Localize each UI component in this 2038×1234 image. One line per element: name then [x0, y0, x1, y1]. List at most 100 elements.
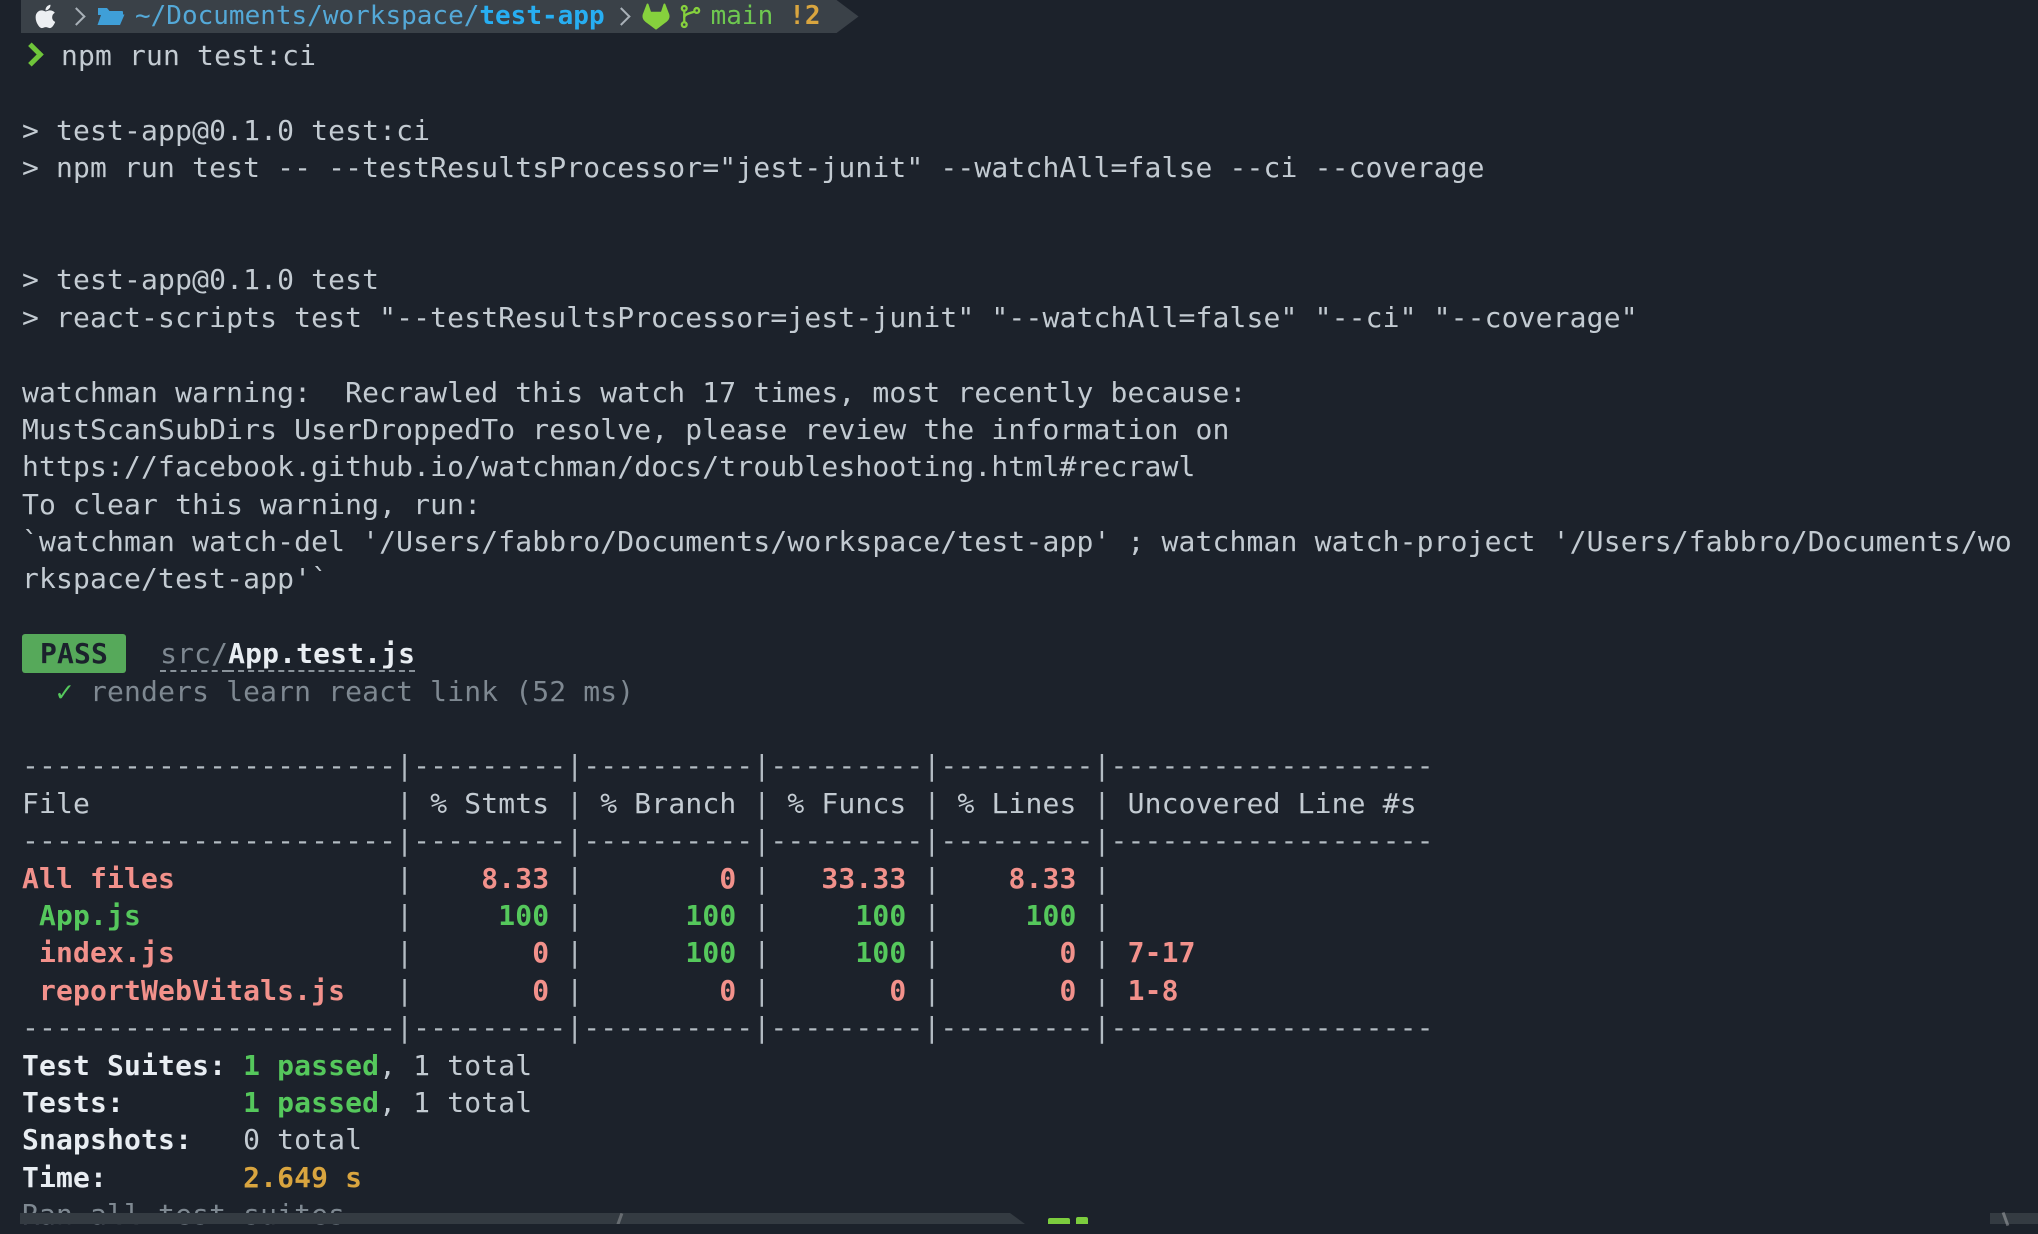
text-segment: % Branch: [583, 787, 753, 820]
terminal-line: `watchman watch-del '/Users/fabbro/Docum…: [22, 523, 2012, 560]
terminal-line: rkspace/test-app'`: [22, 560, 2012, 597]
folder-icon: [97, 5, 125, 28]
text-segment: |: [566, 936, 583, 969]
text-segment: renders learn react link (52 ms): [73, 675, 634, 708]
text-segment: 8.33: [940, 862, 1093, 895]
terminal-line: To clear this warning, run:: [22, 486, 2012, 523]
coverage-row: All files | 8.33 | 0 | 33.33 | 8.33 |: [22, 860, 2012, 897]
text-segment: |: [923, 974, 940, 1007]
text-segment: |: [396, 974, 413, 1007]
coverage-table-rule: ----------------------|---------|-------…: [22, 822, 2012, 859]
terminal-line: MustScanSubDirs UserDroppedTo resolve, p…: [22, 411, 2012, 448]
text-segment: 0: [413, 974, 566, 1007]
text-segment: |: [1094, 936, 1111, 969]
terminal-line: [22, 710, 2012, 747]
text-segment: 100: [583, 936, 753, 969]
text-segment: 7-17: [1111, 936, 1434, 969]
terminal-output[interactable]: npm run test:ci> test-app@0.1.0 test:ci>…: [22, 37, 2012, 1234]
text-segment: > test-app@0.1.0 test:ci: [22, 114, 430, 147]
chevron-separator-icon: [67, 7, 85, 25]
summary-row: Time: 2.649 s: [22, 1159, 2012, 1196]
text-segment: 0: [940, 974, 1093, 1007]
text-segment: 0 total: [243, 1123, 362, 1156]
text-segment: ----------------------|---------|-------…: [22, 824, 1434, 857]
text-segment: |: [923, 787, 940, 820]
text-segment: |: [753, 974, 770, 1007]
text-segment: Time:: [22, 1161, 243, 1194]
text-segment: Snapshots:: [22, 1123, 243, 1156]
terminal-line: > test-app@0.1.0 test: [22, 261, 2012, 298]
text-segment: |: [1094, 899, 1111, 932]
summary-row: Test Suites: 1 passed, 1 total: [22, 1047, 2012, 1084]
text-segment: |: [396, 899, 413, 932]
coverage-table-rule: ----------------------|---------|-------…: [22, 1009, 2012, 1046]
prompt-path-name: test-app: [479, 1, 604, 31]
text-segment: Uncovered Line #s: [1111, 787, 1434, 820]
chevron-separator-icon: [612, 7, 630, 25]
coverage-table-header: File | % Stmts | % Branch | % Funcs | % …: [22, 785, 2012, 822]
prompt-bar: ~/Documents/workspace/test-app main !2: [21, 0, 859, 33]
coverage-table-rule: ----------------------|---------|-------…: [22, 747, 2012, 784]
text-segment: |: [1094, 974, 1111, 1007]
file-link[interactable]: src/: [160, 637, 228, 670]
text-segment: 0: [583, 862, 753, 895]
terminal-line: npm run test:ci: [22, 37, 2012, 74]
text-segment: |: [753, 899, 770, 932]
text-segment: 100: [770, 936, 923, 969]
git-branch-name[interactable]: main: [711, 0, 774, 33]
coverage-row: App.js | 100 | 100 | 100 | 100 |: [22, 897, 2012, 934]
terminal-line: ✓ renders learn react link (52 ms): [22, 673, 2012, 710]
text-segment: % Funcs: [770, 787, 923, 820]
prompt-path-prefix: ~/Documents/workspace/: [135, 1, 479, 31]
terminal-line: [22, 224, 2012, 261]
summary-row: Tests: 1 passed, 1 total: [22, 1084, 2012, 1121]
text-segment: 8.33: [413, 862, 566, 895]
text-segment: 0: [940, 936, 1093, 969]
text-segment: App.js: [22, 899, 396, 932]
git-branch-icon: [678, 3, 703, 30]
text-segment: 100: [770, 899, 923, 932]
pass-badge: PASS: [22, 634, 126, 673]
file-link[interactable]: App.test.js: [228, 637, 415, 670]
text-segment: > test-app@0.1.0 test: [22, 263, 379, 296]
text-segment: , 1 total: [379, 1086, 532, 1119]
text-segment: Tests:: [22, 1086, 243, 1119]
text-segment: |: [396, 936, 413, 969]
prompt-chevron-icon: [20, 42, 44, 66]
text-segment: |: [566, 899, 583, 932]
text-segment: |: [923, 862, 940, 895]
text-segment: |: [396, 862, 413, 895]
next-prompt-bar-right-partial: [1990, 1213, 2038, 1224]
text-segment: |: [923, 936, 940, 969]
text-segment: 0: [413, 936, 566, 969]
url-link[interactable]: https://facebook.github.io/watchman/docs…: [22, 450, 1196, 483]
coverage-row: reportWebVitals.js | 0 | 0 | 0 | 0 | 1-8: [22, 972, 2012, 1009]
prompt-path[interactable]: ~/Documents/workspace/test-app: [135, 0, 605, 33]
text-segment: 1 passed: [243, 1049, 379, 1082]
text-segment: |: [923, 899, 940, 932]
terminal-line: > npm run test -- --testResultsProcessor…: [22, 149, 2012, 186]
text-segment: To clear this warning, run:: [22, 488, 481, 521]
text-segment: |: [566, 862, 583, 895]
text-segment: > react-scripts test "--testResultsProce…: [22, 301, 1638, 334]
text-segment: % Stmts: [413, 787, 566, 820]
text-segment: 100: [413, 899, 566, 932]
terminal-line: > test-app@0.1.0 test:ci: [22, 112, 2012, 149]
text-segment: npm run test:ci: [61, 39, 316, 72]
text-segment: |: [566, 787, 583, 820]
text-segment: |: [1094, 787, 1111, 820]
text-segment: rkspace/test-app'`: [22, 562, 328, 595]
gitlab-icon: [642, 3, 670, 30]
text-segment: [126, 637, 160, 670]
text-segment: [22, 675, 56, 708]
text-segment: , 1 total: [379, 1049, 532, 1082]
check-icon: ✓: [56, 675, 73, 708]
next-prompt-git-icon-partial: [1048, 1218, 1070, 1224]
text-segment: reportWebVitals.js: [22, 974, 396, 1007]
text-segment: |: [753, 862, 770, 895]
terminal-line: > react-scripts test "--testResultsProce…: [22, 299, 2012, 336]
text-segment: 33.33: [770, 862, 923, 895]
text-segment: |: [753, 787, 770, 820]
text-segment: |: [753, 936, 770, 969]
text-segment: [1111, 899, 1434, 932]
